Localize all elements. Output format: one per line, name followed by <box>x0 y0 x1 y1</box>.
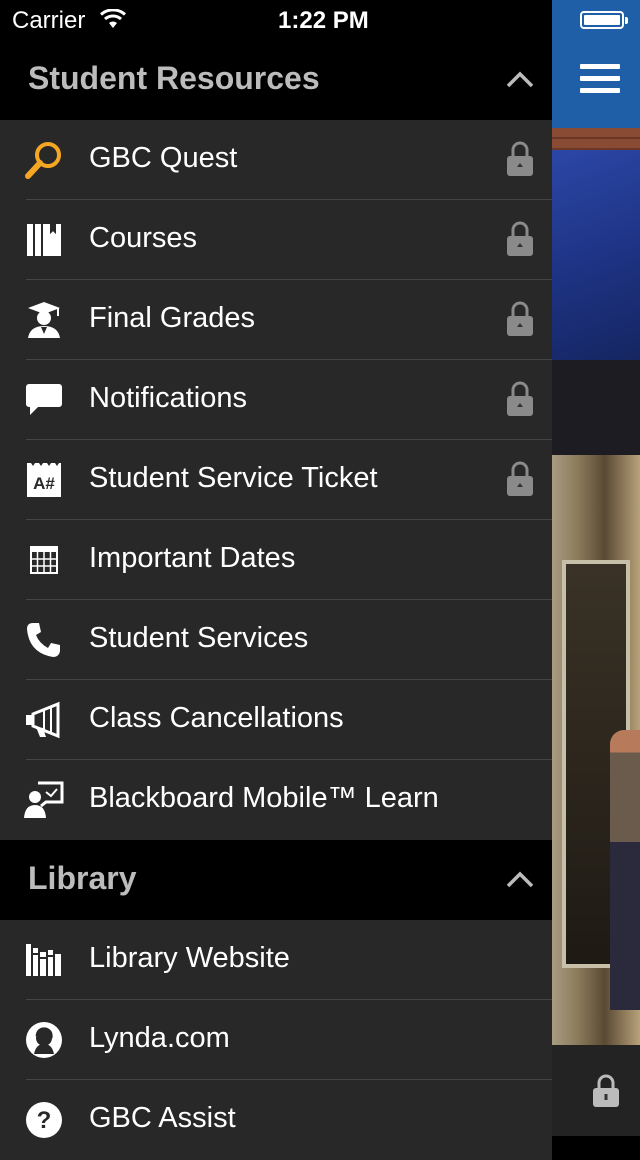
chat-bubble-icon <box>24 380 64 420</box>
menu-item-label: Student Services <box>89 622 309 654</box>
books-icon <box>24 220 64 260</box>
menu-item-gbc-assist[interactable]: ? GBC Assist <box>0 1080 552 1160</box>
menu-item-important-dates[interactable]: Important Dates <box>0 520 552 600</box>
hamburger-menu-icon[interactable] <box>580 64 620 98</box>
menu-item-label: GBC Assist <box>89 1102 236 1134</box>
menu-item-label: Notifications <box>89 382 247 414</box>
lock-icon <box>505 300 535 343</box>
section-title: Student Resources <box>28 60 320 96</box>
menu-item-class-cancellations[interactable]: Class Cancellations <box>0 680 552 760</box>
menu-item-label: Class Cancellations <box>89 702 344 734</box>
svg-text:A#: A# <box>33 474 55 493</box>
menu-item-lynda[interactable]: Lynda.com <box>0 1000 552 1080</box>
wifi-icon <box>100 8 126 36</box>
lock-icon <box>505 220 535 263</box>
graduate-icon <box>24 300 64 340</box>
carrier-label: Carrier <box>12 7 86 34</box>
lock-icon <box>592 1074 620 1113</box>
menu-item-courses[interactable]: Courses <box>0 200 552 280</box>
menu-item-library-website[interactable]: Library Website <box>0 920 552 1000</box>
section-title: Library <box>28 860 137 896</box>
library-books-icon <box>24 940 64 980</box>
menu-item-student-service-ticket[interactable]: A# Student Service Ticket <box>0 440 552 520</box>
menu-item-final-grades[interactable]: Final Grades <box>0 280 552 360</box>
lock-icon <box>505 140 535 183</box>
menu-item-label: Lynda.com <box>89 1022 230 1054</box>
svg-text:?: ? <box>37 1107 52 1134</box>
menu-item-label: Final Grades <box>89 302 256 334</box>
clock: 1:22 PM <box>278 7 369 34</box>
lynda-logo-icon <box>24 1020 64 1060</box>
search-icon <box>24 140 64 180</box>
presenter-icon <box>24 780 64 820</box>
calendar-icon <box>24 540 64 580</box>
menu-item-label: Student Service Ticket <box>89 462 378 494</box>
status-bar: Carrier 1:22 PM <box>0 0 552 40</box>
chevron-up-icon[interactable] <box>506 70 534 93</box>
menu-item-notifications[interactable]: Notifications <box>0 360 552 440</box>
menu-item-blackboard-mobile-learn[interactable]: Blackboard Mobile™ Learn <box>0 760 552 840</box>
lock-icon <box>505 380 535 423</box>
menu-item-label: Important Dates <box>89 542 296 574</box>
menu-item-label: Blackboard Mobile™ Learn <box>89 782 439 814</box>
chevron-up-icon[interactable] <box>506 870 534 893</box>
battery-icon <box>580 11 628 29</box>
phone-icon <box>24 620 64 660</box>
menu-item-label: GBC Quest <box>89 142 238 174</box>
question-icon: ? <box>24 1100 64 1140</box>
side-drawer: Student Resources GBC Quest Courses Fina… <box>0 40 552 1160</box>
background-photo <box>552 0 640 1136</box>
megaphone-icon <box>24 700 64 740</box>
menu-item-label: Courses <box>89 222 197 254</box>
menu-item-student-services[interactable]: Student Services <box>0 600 552 680</box>
section-header-student-resources[interactable]: Student Resources <box>0 40 552 120</box>
menu-item-label: Library Website <box>89 942 290 974</box>
ticket-icon: A# <box>24 460 64 500</box>
menu-item-gbc-quest[interactable]: GBC Quest <box>0 120 552 200</box>
section-header-library[interactable]: Library <box>0 840 552 920</box>
lock-icon <box>505 460 535 503</box>
